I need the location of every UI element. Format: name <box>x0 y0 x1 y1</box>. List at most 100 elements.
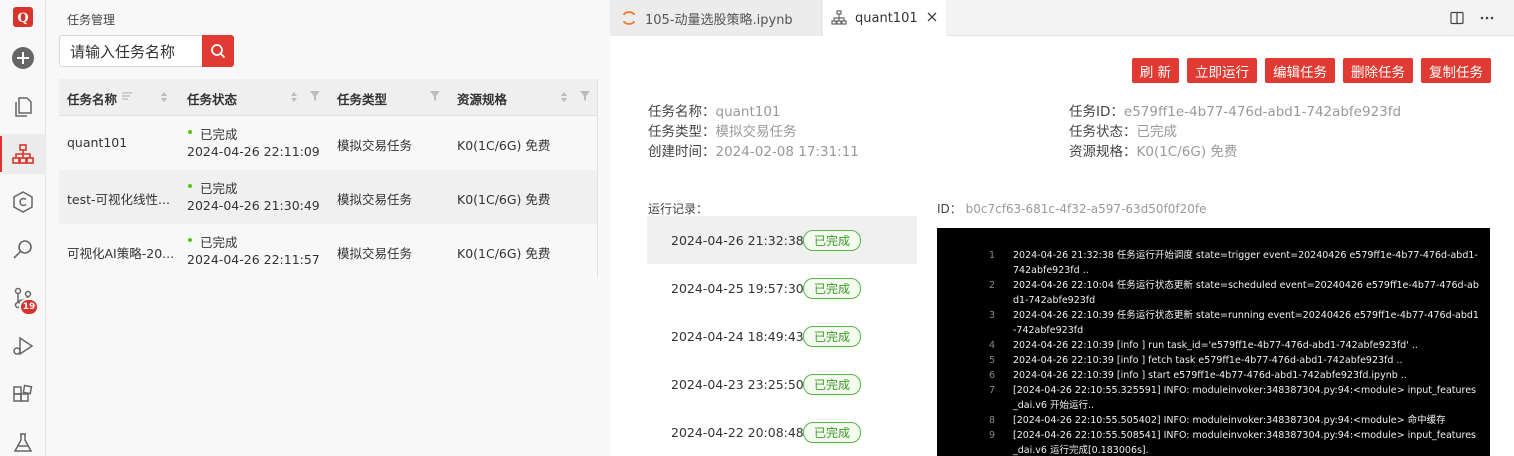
task-actions: 刷 新 立即运行 编辑任务 删除任务 复制任务 <box>1131 58 1491 83</box>
jupyter-icon <box>623 11 635 25</box>
task-spec: K0(1C/6G) 免费 <box>457 246 551 261</box>
sort-icon[interactable] <box>159 90 169 104</box>
log-text: 2024-04-26 22:10:04 任务运行状态更新 state=sched… <box>1013 280 1479 306</box>
tab-actions <box>1450 0 1514 36</box>
app-window: Q 19 任务管理 请输入任务名称 任务名称 任务状态 任务类型 资源规格 qu… <box>0 0 1514 456</box>
tab-quant101[interactable]: quant101 <box>823 0 946 36</box>
run-record[interactable]: 2024-04-22 20:08:48 已完成 <box>647 408 917 456</box>
column-header-status[interactable]: 任务状态 <box>187 89 237 108</box>
column-header-type[interactable]: 任务类型 <box>337 89 387 108</box>
table-row[interactable]: 可视化AI策略-20... 已完成 2024-04-26 22:11:57 模拟… <box>59 224 598 278</box>
extensions-icon[interactable] <box>0 375 46 415</box>
close-icon[interactable] <box>926 11 938 23</box>
filter-icon[interactable] <box>429 90 441 102</box>
run-record[interactable]: 2024-04-25 19:57:30 已完成 <box>647 264 917 312</box>
copy-task-button[interactable]: 复制任务 <box>1421 58 1491 83</box>
table-row[interactable]: test-可视化线性... 已完成 2024-04-26 21:30:49 模拟… <box>59 170 598 224</box>
detail-type: 任务类型：模拟交易任务 <box>648 120 797 140</box>
log-text: 2024-04-26 22:10:39 [info ] start e579ff… <box>1013 370 1407 381</box>
detail-label: 任务状态： <box>1069 124 1137 140</box>
edit-task-button[interactable]: 编辑任务 <box>1265 58 1335 83</box>
line-number: 9 <box>988 430 995 441</box>
list-icon[interactable] <box>121 90 133 102</box>
line-number: 7 <box>988 385 995 396</box>
task-name[interactable]: 可视化AI策略-20... <box>67 243 174 262</box>
task-name[interactable]: test-可视化线性... <box>67 189 170 208</box>
more-actions-icon[interactable] <box>1479 11 1495 25</box>
copyright-icon[interactable] <box>0 182 46 222</box>
task-manager-panel: 任务管理 请输入任务名称 任务名称 任务状态 任务类型 资源规格 quant10… <box>46 0 610 456</box>
detail-value: quant101 <box>715 104 781 120</box>
detail-spec: 资源规格：K0(1C/6G) 免费 <box>1069 140 1237 160</box>
svg-text:Q: Q <box>17 11 28 26</box>
runs-label: 运行记录： <box>648 202 709 216</box>
filter-icon[interactable] <box>309 90 321 102</box>
task-status: 已完成 <box>200 127 238 142</box>
detail-label: 任务名称： <box>648 104 716 120</box>
task-spec: K0(1C/6G) 免费 <box>457 138 551 153</box>
refresh-button[interactable]: 刷 新 <box>1131 58 1179 83</box>
flask-icon[interactable] <box>0 423 46 456</box>
notification-badge: 19 <box>19 298 39 316</box>
status-dot <box>188 184 192 188</box>
run-now-button[interactable]: 立即运行 <box>1187 58 1257 83</box>
search-icon <box>211 44 226 59</box>
table-row[interactable]: quant101 已完成 2024-04-26 22:11:09 模拟交易任务 … <box>59 116 598 170</box>
log-text: 2024-04-26 22:10:39 [info ] fetch task e… <box>1013 355 1403 366</box>
status-badge: 已完成 <box>803 422 862 443</box>
line-number: 6 <box>988 370 995 381</box>
run-log[interactable]: 1 2024-04-26 21:32:38 任务运行开始调度 state=trig… <box>937 228 1490 456</box>
run-time: 2024-04-26 21:32:38 <box>671 233 804 248</box>
sort-icon[interactable] <box>559 90 569 104</box>
detail-value: e579ff1e-4b77-476d-abd1-742abfe923fd <box>1123 104 1402 120</box>
run-id: ID： b0c7cf63-681c-4f32-a597-63d50f0f20fe <box>937 200 1207 217</box>
line-number: 8 <box>988 415 995 426</box>
run-record[interactable]: 2024-04-23 23:25:50 已完成 <box>647 360 917 408</box>
status-badge: 已完成 <box>803 278 862 299</box>
task-type: 模拟交易任务 <box>337 192 413 207</box>
detail-label: 任务类型： <box>648 124 716 140</box>
column-header-spec[interactable]: 资源规格 <box>457 89 507 108</box>
status-dot <box>188 130 192 134</box>
search-icon[interactable] <box>0 229 46 269</box>
status-badge: 已完成 <box>803 374 862 395</box>
delete-task-button[interactable]: 删除任务 <box>1343 58 1413 83</box>
tasks-icon[interactable] <box>0 134 46 174</box>
tab-label: quant101 <box>855 10 918 26</box>
task-type: 模拟交易任务 <box>337 138 413 153</box>
tab-notebook[interactable]: 105-动量选股策略.ipynb <box>610 0 822 36</box>
run-time: 2024-04-25 19:57:30 <box>671 281 804 296</box>
run-record[interactable]: 2024-04-26 21:32:38 已完成 <box>647 216 917 264</box>
detail-label: 任务ID： <box>1069 104 1124 120</box>
detail-value: 模拟交易任务 <box>715 124 797 140</box>
detail-label: 资源规格： <box>1069 144 1137 160</box>
run-id-label: ID： <box>937 202 962 216</box>
task-name[interactable]: quant101 <box>67 135 127 150</box>
task-search-input[interactable]: 请输入任务名称 <box>59 35 202 67</box>
task-time: 2024-04-26 21:30:49 <box>187 198 320 213</box>
task-status: 已完成 <box>200 235 238 250</box>
run-id-value: b0c7cf63-681c-4f32-a597-63d50f0f20fe <box>965 202 1207 216</box>
add-icon[interactable] <box>0 38 46 78</box>
detail-label: 创建时间： <box>648 144 716 160</box>
detail-status: 任务状态：已完成 <box>1069 120 1177 140</box>
table-scrollbar[interactable] <box>597 79 598 278</box>
line-number: 5 <box>988 355 995 366</box>
tab-label: 105-动量选股策略.ipynb <box>645 12 793 28</box>
split-editor-icon[interactable] <box>1450 11 1464 25</box>
hierarchy-icon <box>831 10 847 25</box>
panel-title: 任务管理 <box>67 13 116 27</box>
detail-value: K0(1C/6G) 免费 <box>1136 144 1238 160</box>
column-header-name[interactable]: 任务名称 <box>67 89 117 108</box>
run-debug-icon[interactable] <box>0 326 46 366</box>
search-button[interactable] <box>202 35 234 67</box>
task-type: 模拟交易任务 <box>337 246 413 261</box>
run-record[interactable]: 2024-04-24 18:49:43 已完成 <box>647 312 917 360</box>
filter-icon[interactable] <box>579 90 591 102</box>
log-text: 2024-04-26 22:10:39 任务运行状态更新 state=runni… <box>1013 310 1479 336</box>
task-time: 2024-04-26 22:11:57 <box>187 252 320 267</box>
detail-id: 任务ID：e579ff1e-4b77-476d-abd1-742abfe923f… <box>1069 100 1401 120</box>
files-icon[interactable] <box>0 87 46 127</box>
sort-icon[interactable] <box>289 90 299 104</box>
logo-icon[interactable]: Q <box>0 0 46 37</box>
